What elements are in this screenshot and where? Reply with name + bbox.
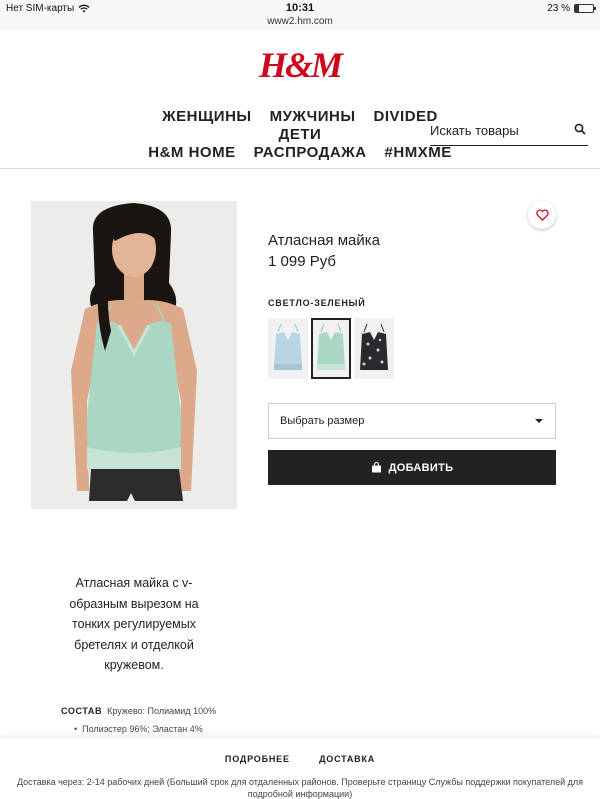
composition-value-2: Полиэстер 96%; Эластан 4% [82, 724, 203, 734]
shopping-bag-icon [371, 462, 381, 473]
swatch-light-blue[interactable] [268, 318, 308, 379]
composition-label: СОСТАВ [61, 706, 103, 716]
bottom-bar: ПОДРОБНЕЕ ДОСТАВКА Доставка через: 2-14 … [0, 738, 600, 799]
product-image[interactable] [31, 201, 237, 509]
nav-item-men[interactable]: МУЖЧИНЫ [270, 108, 356, 126]
composition-line-2: • Полиэстер 96%; Эластан 4% [74, 724, 203, 734]
favorite-button[interactable] [528, 201, 556, 229]
status-bar: Нет SIM-карты 10:31 23 % www2.hm.com [0, 0, 600, 30]
search-icon[interactable] [574, 123, 586, 135]
product-title: Атласная майка [268, 232, 380, 249]
nav-item-divided[interactable]: DIVIDED [374, 108, 438, 126]
battery-fill [575, 5, 580, 12]
bullet-icon: • [74, 724, 83, 734]
delivery-info: Доставка через: 2-14 рабочих дней (Больш… [16, 777, 584, 799]
swatch-image [360, 323, 388, 370]
nav-item-sale[interactable]: РАСПРОДАЖА [254, 144, 367, 162]
battery-icon [574, 4, 596, 13]
tab-delivery[interactable]: ДОСТАВКА [319, 754, 375, 764]
size-select-label: Выбрать размер [280, 415, 365, 427]
add-to-bag-button[interactable]: ДОБАВИТЬ [268, 450, 556, 485]
nav-item-hmxme[interactable]: #HMXME [385, 144, 452, 162]
swatch-light-green[interactable] [311, 318, 351, 379]
swatch-image [317, 323, 345, 370]
search-input[interactable] [430, 118, 570, 142]
search-box [430, 118, 588, 146]
hm-logo[interactable]: H&M [0, 44, 600, 86]
heart-icon [535, 209, 549, 221]
status-time: 10:31 [285, 2, 315, 14]
model-illustration [31, 201, 237, 509]
color-swatches [268, 318, 394, 379]
composition-line: СОСТАВ Кружево: Полиамид 100% [61, 706, 216, 716]
nav-item-kids[interactable]: ДЕТИ [279, 126, 322, 144]
product-description: Атласная майка с v-образным вырезом на т… [69, 576, 199, 672]
chevron-down-icon [535, 419, 543, 423]
add-to-bag-label: ДОБАВИТЬ [388, 461, 454, 474]
size-select[interactable]: Выбрать размер [268, 403, 556, 439]
main-nav: ЖЕНЩИНЫ МУЖЧИНЫ DIVIDED ДЕТИ H&M HOME РАСПРО… [130, 108, 470, 162]
nav-item-women[interactable]: ЖЕНЩИНЫ [162, 108, 251, 126]
swatch-image [274, 323, 302, 370]
color-label: СВЕТЛО-ЗЕЛЕНЫЙ [268, 298, 366, 308]
product-price: 1 099 Руб [268, 253, 336, 270]
swatch-black-floral[interactable] [354, 318, 394, 379]
header-divider [0, 168, 600, 169]
composition-value: Кружево: Полиамид 100% [107, 706, 217, 716]
battery-percent: 23 % [547, 3, 570, 14]
tab-details[interactable]: ПОДРОБНЕЕ [225, 754, 290, 764]
nav-item-home[interactable]: H&M HOME [148, 144, 235, 162]
url-bar[interactable]: www2.hm.com [0, 16, 600, 27]
